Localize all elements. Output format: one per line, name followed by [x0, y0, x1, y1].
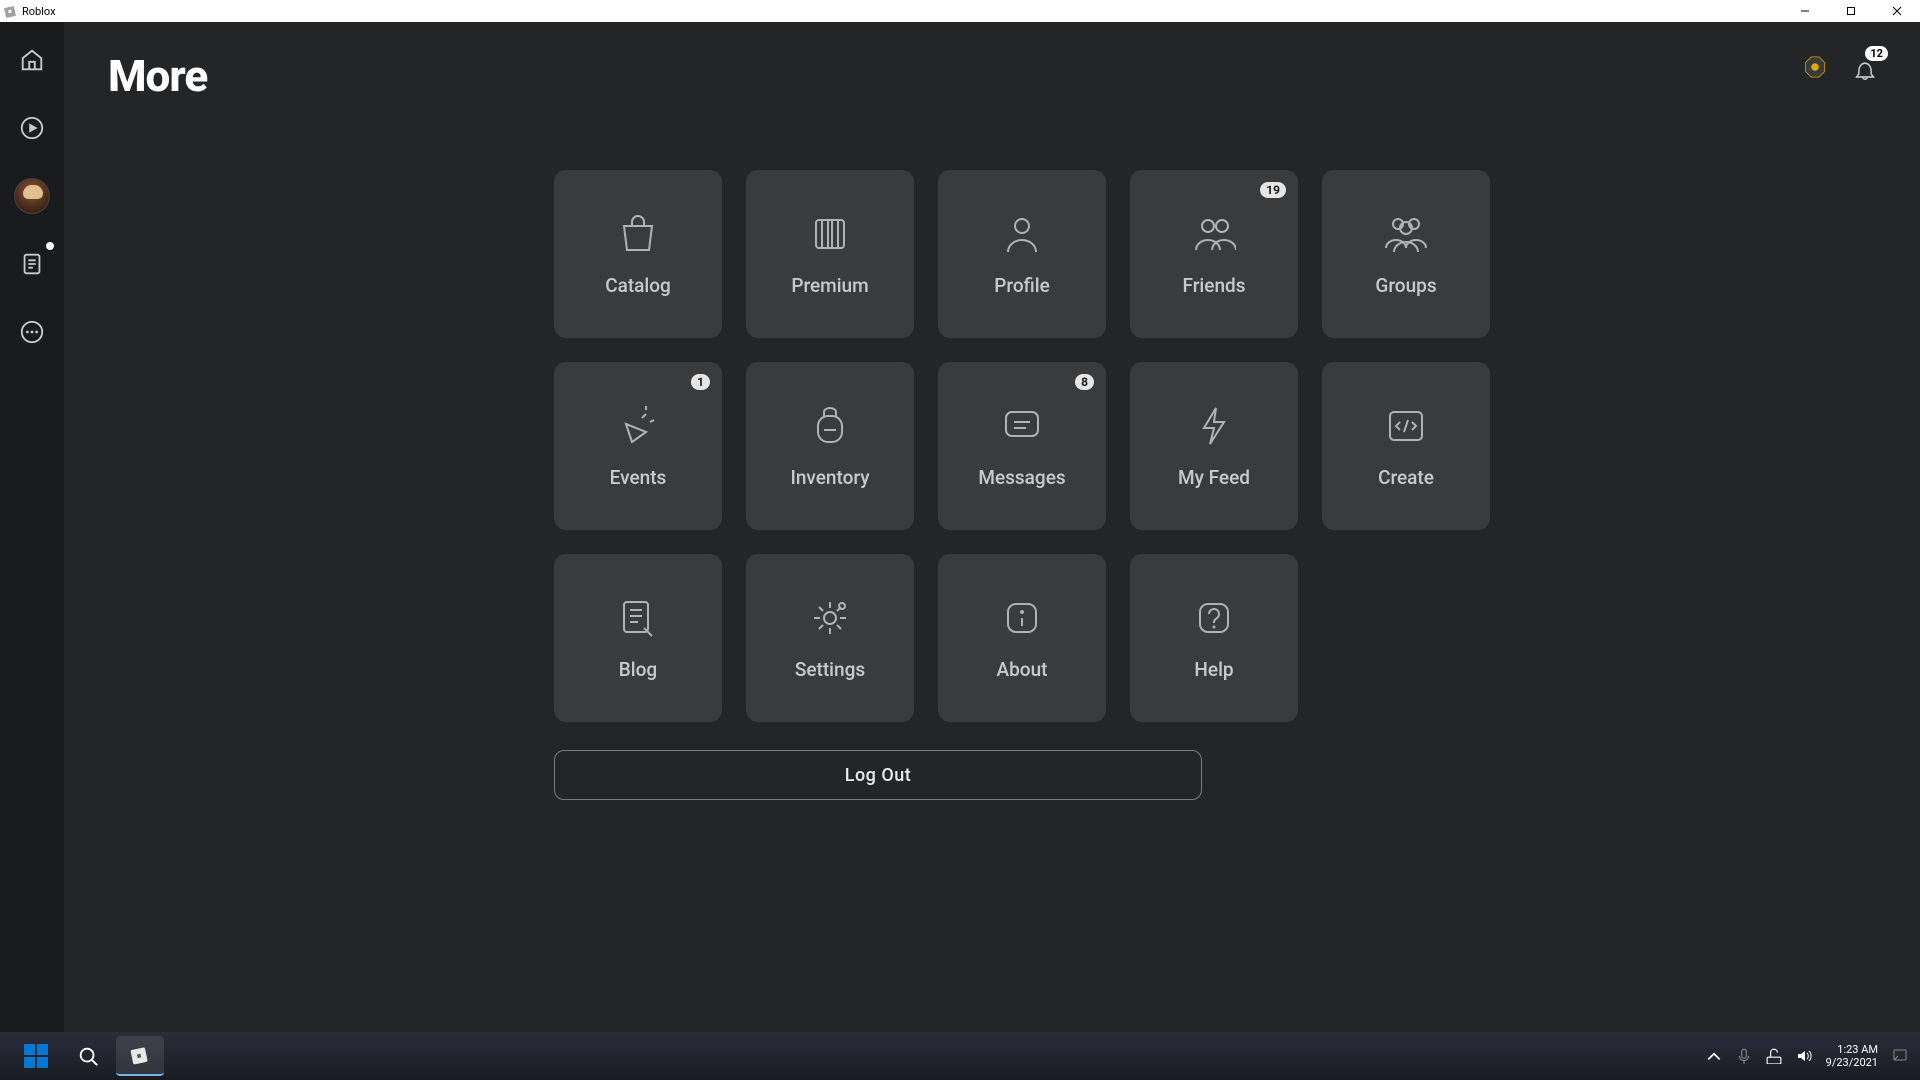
- tile-label: Settings: [795, 658, 865, 681]
- notification-badge: 12: [1865, 46, 1888, 61]
- taskbar-clock[interactable]: 1:23 AM 9/23/2021: [1826, 1043, 1878, 1069]
- minimize-button[interactable]: [1782, 0, 1828, 22]
- tray-expand-icon[interactable]: [1706, 1048, 1722, 1064]
- sidebar-home[interactable]: [12, 40, 52, 80]
- tile-catalog[interactable]: Catalog: [554, 170, 722, 338]
- message-icon: [1000, 404, 1044, 448]
- blog-icon: [616, 596, 660, 640]
- tile-help[interactable]: Help: [1130, 554, 1298, 722]
- tray-notification-icon[interactable]: [1892, 1048, 1908, 1064]
- tile-label: About: [997, 658, 1048, 681]
- tile-grid: Catalog Premium Profile Friends 19 Groups Even…: [554, 170, 1876, 722]
- tile-groups[interactable]: Groups: [1322, 170, 1490, 338]
- tile-badge: 8: [1075, 374, 1094, 390]
- tile-label: Friends: [1182, 274, 1245, 297]
- tile-friends[interactable]: Friends 19: [1130, 170, 1298, 338]
- groups-icon: [1384, 212, 1428, 256]
- tile-label: Catalog: [605, 274, 671, 297]
- tile-label: My Feed: [1178, 466, 1250, 489]
- close-button[interactable]: [1874, 0, 1920, 22]
- tile-profile[interactable]: Profile: [938, 170, 1106, 338]
- tile-blog[interactable]: Blog: [554, 554, 722, 722]
- sidebar-avatar[interactable]: [12, 176, 52, 216]
- tile-label: Help: [1194, 658, 1233, 681]
- app-icon: [4, 4, 18, 18]
- tile-label: Blog: [619, 658, 657, 681]
- window-title: Roblox: [22, 5, 56, 18]
- bag-icon: [616, 212, 660, 256]
- tile-label: Events: [610, 466, 667, 489]
- window-titlebar: Roblox: [0, 0, 1920, 22]
- code-icon: [1384, 404, 1428, 448]
- unread-dot-icon: [44, 240, 56, 252]
- page-title: More: [108, 50, 1876, 102]
- tile-label: Groups: [1375, 274, 1436, 297]
- tile-events[interactable]: Events 1: [554, 362, 722, 530]
- tile-label: Inventory: [790, 466, 869, 489]
- tile-badge: 19: [1260, 182, 1286, 198]
- bolt-icon: [1192, 404, 1236, 448]
- tile-create[interactable]: Create: [1322, 362, 1490, 530]
- sidebar-more[interactable]: [12, 312, 52, 352]
- tile-label: Messages: [978, 466, 1065, 489]
- tray-mic-icon[interactable]: [1736, 1048, 1752, 1064]
- tile-label: Premium: [791, 274, 868, 297]
- sidebar: [0, 22, 64, 1032]
- taskbar-roblox[interactable]: [116, 1036, 164, 1076]
- tile-messages[interactable]: Messages 8: [938, 362, 1106, 530]
- premium-icon: [808, 212, 852, 256]
- person-icon: [1000, 212, 1044, 256]
- info-icon: [1000, 596, 1044, 640]
- windows-logo-icon: [24, 1044, 48, 1068]
- tile-settings[interactable]: Settings: [746, 554, 914, 722]
- taskbar-search[interactable]: [64, 1036, 112, 1076]
- party-icon: [616, 404, 660, 448]
- taskbar: 1:23 AM 9/23/2021: [0, 1032, 1920, 1080]
- clock-time: 1:23 AM: [1826, 1043, 1878, 1056]
- gear-icon: [808, 596, 852, 640]
- sidebar-discover[interactable]: [12, 108, 52, 148]
- tile-about[interactable]: About: [938, 554, 1106, 722]
- tile-myfeed[interactable]: My Feed: [1130, 362, 1298, 530]
- start-button[interactable]: [12, 1036, 60, 1076]
- backpack-icon: [808, 404, 852, 448]
- tile-label: Profile: [994, 274, 1050, 297]
- tile-badge: 1: [691, 374, 710, 390]
- avatar-icon: [14, 178, 50, 214]
- maximize-button[interactable]: [1828, 0, 1874, 22]
- tray-network-icon[interactable]: [1766, 1048, 1782, 1064]
- robux-button[interactable]: [1800, 52, 1830, 82]
- logout-button[interactable]: Log Out: [554, 750, 1202, 800]
- tray-volume-icon[interactable]: [1796, 1048, 1812, 1064]
- tile-premium[interactable]: Premium: [746, 170, 914, 338]
- question-icon: [1192, 596, 1236, 640]
- friends-icon: [1192, 212, 1236, 256]
- tile-label: Create: [1378, 466, 1434, 489]
- sidebar-chat[interactable]: [12, 244, 52, 284]
- tile-inventory[interactable]: Inventory: [746, 362, 914, 530]
- clock-date: 9/23/2021: [1826, 1056, 1878, 1069]
- notifications-button[interactable]: 12: [1850, 52, 1880, 82]
